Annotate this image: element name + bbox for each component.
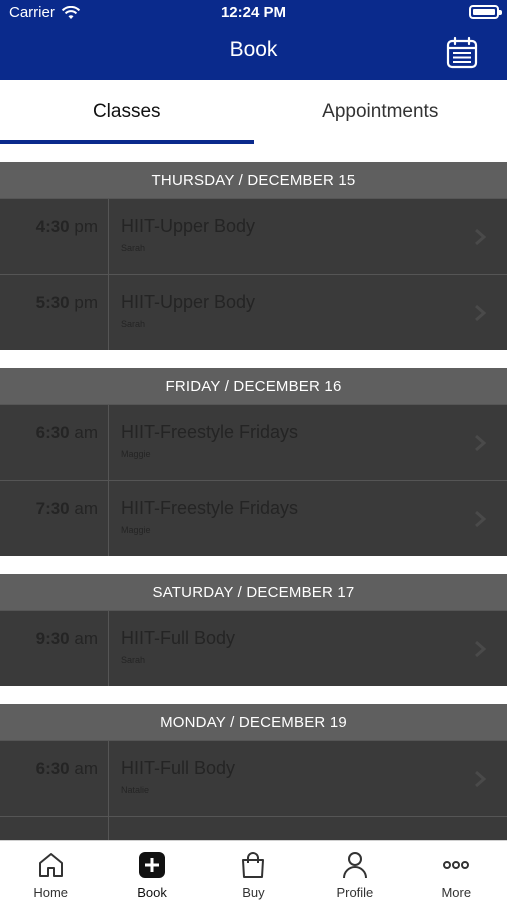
bottom-tab-home[interactable]: Home xyxy=(0,841,101,900)
class-info: HIIT-Freestyle Fridays Maggie xyxy=(109,405,507,480)
segment-tabs: Classes Appointments xyxy=(0,80,507,144)
chevron-right-icon xyxy=(475,770,487,788)
bottom-tab-book[interactable]: Book xyxy=(101,841,202,900)
bottom-tab-bar: Home Book Buy Profile More xyxy=(0,840,507,900)
class-info xyxy=(109,817,507,840)
class-info: HIIT-Upper Body Sarah xyxy=(109,275,507,350)
class-row[interactable]: 6:30 am HIIT-Freestyle Fridays Maggie xyxy=(0,404,507,480)
bottom-tab-label: Book xyxy=(137,885,167,900)
class-info: HIIT-Full Body Sarah xyxy=(109,611,507,686)
top-bar: Carrier 12:24 PM Book xyxy=(0,0,507,80)
time-ampm: am xyxy=(74,423,98,442)
class-row[interactable]: 7:30 am HIIT-Freestyle Fridays Maggie xyxy=(0,480,507,556)
app-screen: Carrier 12:24 PM Book Classes Appointmen… xyxy=(0,0,507,900)
class-info: HIIT-Freestyle Fridays Maggie xyxy=(109,481,507,556)
chevron-right-icon xyxy=(475,228,487,246)
person-icon xyxy=(342,852,367,879)
bottom-tab-more[interactable]: More xyxy=(406,841,507,900)
instructor-name: Sarah xyxy=(121,243,146,253)
class-time: 5:30 pm xyxy=(0,275,109,350)
class-name: HIIT-Freestyle Fridays xyxy=(121,498,299,518)
time-ampm: pm xyxy=(74,217,98,236)
chevron-right-icon xyxy=(475,434,487,452)
class-row[interactable]: 9:30 am HIIT-Full Body Sarah xyxy=(0,610,507,686)
class-name: HIIT-Upper Body xyxy=(121,292,256,312)
chevron-right-icon xyxy=(475,640,487,658)
bottom-tab-label: More xyxy=(441,885,472,900)
class-row[interactable]: 6:30 am HIIT-Full Body Natalie xyxy=(0,740,507,816)
page-title: Book xyxy=(229,38,278,61)
more-dots-icon xyxy=(443,861,470,869)
home-icon xyxy=(38,853,63,877)
bottom-tab-label: Buy xyxy=(242,885,265,900)
bottom-tab-buy[interactable]: Buy xyxy=(203,841,304,900)
time-ampm: pm xyxy=(74,293,98,312)
day-section: FRIDAY / DECEMBER 16 6:30 am HIIT-Freest… xyxy=(0,368,507,556)
class-time: 9:30 am xyxy=(0,611,109,686)
class-row[interactable]: 5:30 pm HIIT-Upper Body Sarah xyxy=(0,274,507,350)
instructor-name: Sarah xyxy=(121,655,146,665)
time-ampm: am xyxy=(74,499,98,518)
tab-classes[interactable]: Classes xyxy=(0,80,254,144)
shopping-bag-icon xyxy=(242,852,265,878)
battery-icon xyxy=(469,5,502,19)
class-name: HIIT-Upper Body xyxy=(121,216,256,236)
class-schedule-list[interactable]: THURSDAY / DECEMBER 15 4:30 pm HIIT-Uppe… xyxy=(0,162,507,840)
instructor-name: Maggie xyxy=(121,525,151,535)
class-time: 6:30 am xyxy=(0,405,109,480)
bottom-tab-label: Home xyxy=(33,885,69,900)
class-info: HIIT-Full Body Natalie xyxy=(109,741,507,816)
time-ampm: am xyxy=(74,629,98,648)
class-time xyxy=(0,817,109,840)
time-value: 7:30 xyxy=(35,499,70,518)
class-row[interactable] xyxy=(0,816,507,840)
class-name: HIIT-Full Body xyxy=(121,758,236,778)
day-section: THURSDAY / DECEMBER 15 4:30 pm HIIT-Uppe… xyxy=(0,162,507,350)
time-value: 4:30 xyxy=(35,217,70,236)
class-name: HIIT-Full Body xyxy=(121,628,236,648)
class-time: 4:30 pm xyxy=(0,199,109,274)
time-value: 6:30 xyxy=(35,423,70,442)
instructor-name: Natalie xyxy=(121,785,150,795)
status-bar: Carrier 12:24 PM xyxy=(0,0,507,26)
time-ampm: am xyxy=(74,759,98,778)
bottom-tab-profile[interactable]: Profile xyxy=(304,841,405,900)
time-value: 6:30 xyxy=(35,759,70,778)
time-value: 9:30 xyxy=(35,629,70,648)
class-time: 6:30 am xyxy=(0,741,109,816)
day-header: FRIDAY / DECEMBER 16 xyxy=(0,368,507,404)
day-section: SATURDAY / DECEMBER 17 9:30 am HIIT-Full… xyxy=(0,574,507,686)
class-time: 7:30 am xyxy=(0,481,109,556)
chevron-right-icon xyxy=(475,304,487,322)
plus-square-icon xyxy=(139,852,166,878)
day-section: MONDAY / DECEMBER 19 6:30 am HIIT-Full B… xyxy=(0,704,507,840)
time-value: 5:30 xyxy=(35,293,70,312)
bottom-tab-label: Profile xyxy=(336,885,374,900)
class-info: HIIT-Upper Body Sarah xyxy=(109,199,507,274)
instructor-name: Maggie xyxy=(121,449,151,459)
day-header: MONDAY / DECEMBER 19 xyxy=(0,704,507,740)
class-row[interactable]: 4:30 pm HIIT-Upper Body Sarah xyxy=(0,198,507,274)
class-name: HIIT-Freestyle Fridays xyxy=(121,422,299,442)
calendar-icon[interactable] xyxy=(445,36,479,70)
chevron-right-icon xyxy=(475,510,487,528)
tab-appointments[interactable]: Appointments xyxy=(254,80,507,144)
instructor-name: Sarah xyxy=(121,319,146,329)
day-header: SATURDAY / DECEMBER 17 xyxy=(0,574,507,610)
status-time: 12:24 PM xyxy=(220,4,287,21)
day-header: THURSDAY / DECEMBER 15 xyxy=(0,162,507,198)
